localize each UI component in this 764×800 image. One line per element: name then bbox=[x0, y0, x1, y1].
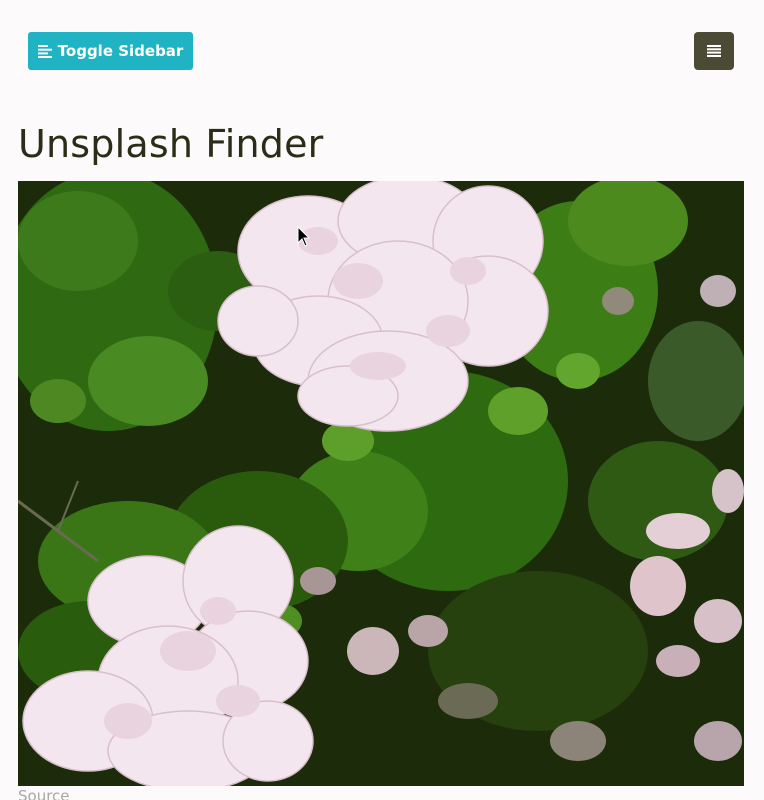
page-title: Unsplash Finder bbox=[18, 122, 324, 166]
toggle-sidebar-label: Toggle Sidebar bbox=[57, 42, 184, 60]
source-link[interactable]: Source bbox=[18, 787, 70, 800]
page: Toggle Sidebar Unsplash Finder Source bbox=[0, 0, 764, 800]
hamburger-menu-icon bbox=[707, 42, 721, 61]
toggle-sidebar-button[interactable]: Toggle Sidebar bbox=[28, 32, 193, 70]
unsplash-photo[interactable] bbox=[18, 181, 744, 786]
hamburger-menu-button[interactable] bbox=[694, 32, 734, 70]
align-left-icon bbox=[37, 44, 52, 58]
